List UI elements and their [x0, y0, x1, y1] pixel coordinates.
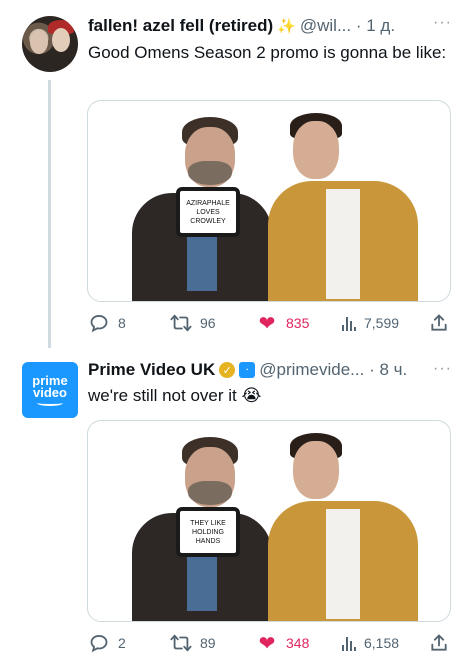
share-button[interactable]	[428, 312, 458, 334]
tweet-header: Prime Video UK ✓ ▪ @primevide... · 8 ч.	[88, 360, 407, 380]
retweet-count: 89	[200, 635, 216, 651]
like-button[interactable]: ❤ 348	[256, 632, 310, 655]
tweet-header: fallen! azel fell (retired) ✨ @wil... · …	[88, 16, 395, 36]
tweet[interactable]: fallen! azel fell (retired) ✨ @wil... · …	[0, 0, 474, 348]
views-count: 7,599	[364, 315, 400, 331]
retweet-icon	[170, 312, 192, 334]
share-icon	[428, 632, 450, 654]
tweet-photo[interactable]: THEY LIKE HOLDING HANDS	[87, 420, 451, 622]
reply-button[interactable]: 2	[88, 632, 126, 654]
like-button[interactable]: ❤ 835	[256, 312, 310, 335]
views-button[interactable]: 6,158	[342, 632, 399, 654]
heart-icon: ❤	[258, 312, 276, 335]
avatar[interactable]	[22, 16, 78, 72]
more-icon[interactable]: ···	[433, 360, 452, 378]
handle-and-time[interactable]: @primevide... · 8 ч.	[259, 360, 407, 380]
retweet-button[interactable]: 89	[170, 632, 216, 654]
views-count: 6,158	[364, 635, 400, 651]
verified-badge-icon: ✓	[219, 362, 236, 378]
retweet-button[interactable]: 96	[170, 312, 216, 334]
views-icon	[342, 315, 356, 331]
reply-count: 8	[118, 315, 126, 331]
author-name[interactable]: fallen! azel fell (retired)	[88, 16, 273, 36]
like-count: 348	[286, 635, 310, 651]
share-icon	[428, 312, 450, 334]
tweet-text: we're still not over it 😭	[88, 386, 262, 405]
prime-video-logo-text: prime video	[32, 372, 68, 400]
tablet-sign: THEY LIKE HOLDING HANDS	[176, 507, 240, 557]
retweet-icon	[170, 632, 192, 654]
handle-and-time[interactable]: @wil... · 1 д.	[300, 16, 395, 36]
views-icon	[342, 635, 356, 651]
author-name[interactable]: Prime Video UK	[88, 360, 215, 380]
tablet-text: THEY LIKE HOLDING HANDS	[180, 511, 236, 553]
prime-smile-icon	[37, 400, 63, 406]
more-icon[interactable]: ···	[433, 14, 452, 32]
tweet-photo[interactable]: AZIRAPHALE LOVES CROWLEY	[87, 100, 451, 302]
share-button[interactable]	[428, 632, 458, 654]
reply-icon	[88, 312, 110, 334]
views-button[interactable]: 7,599	[342, 312, 399, 334]
reply-button[interactable]: 8	[88, 312, 126, 334]
reply-count: 2	[118, 635, 126, 651]
sparkle-icon: ✨	[277, 18, 296, 35]
like-count: 835	[286, 315, 310, 331]
avatar[interactable]: prime video	[22, 362, 78, 418]
retweet-count: 96	[200, 315, 216, 331]
thread-line	[48, 80, 51, 348]
affiliate-badge-icon: ▪	[239, 362, 256, 378]
heart-icon: ❤	[258, 632, 276, 655]
reply-icon	[88, 632, 110, 654]
tweet-text: Good Omens Season 2 promo is gonna be li…	[88, 43, 447, 62]
tablet-sign: AZIRAPHALE LOVES CROWLEY	[176, 187, 240, 237]
tablet-text: AZIRAPHALE LOVES CROWLEY	[180, 191, 236, 233]
